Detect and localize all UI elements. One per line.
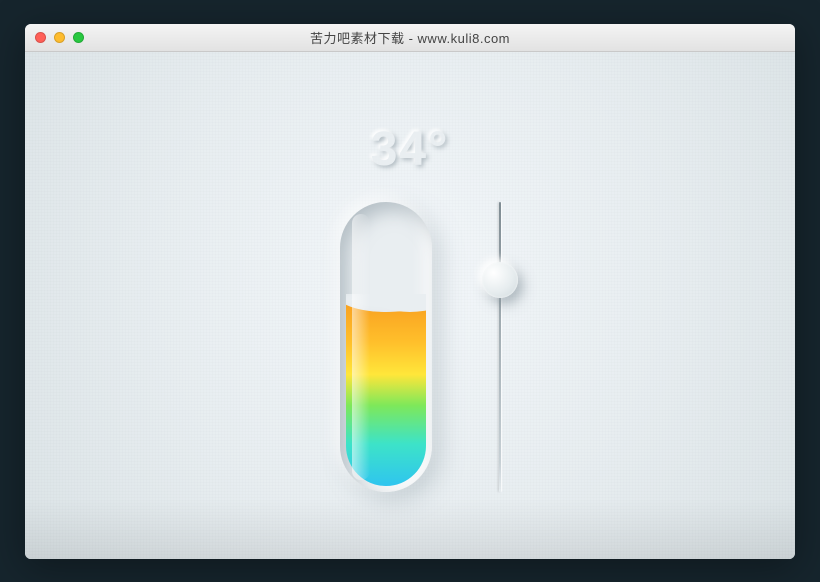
- thermometer: [340, 202, 432, 492]
- window-title: 苦力吧素材下载 - www.kuli8.com: [25, 28, 795, 47]
- slider-knob[interactable]: [482, 262, 518, 298]
- canvas: 34°: [25, 52, 795, 559]
- traffic-lights: [35, 32, 84, 43]
- minimize-icon[interactable]: [54, 32, 65, 43]
- zoom-icon[interactable]: [73, 32, 84, 43]
- temperature-readout: 34°: [371, 122, 450, 177]
- thermometer-tube: [340, 202, 432, 492]
- close-icon[interactable]: [35, 32, 46, 43]
- temperature-slider[interactable]: [480, 202, 520, 492]
- app-window: 苦力吧素材下载 - www.kuli8.com 34°: [25, 24, 795, 559]
- glass-shine-icon: [352, 214, 370, 480]
- titlebar[interactable]: 苦力吧素材下载 - www.kuli8.com: [25, 24, 795, 52]
- slider-track[interactable]: [499, 202, 501, 492]
